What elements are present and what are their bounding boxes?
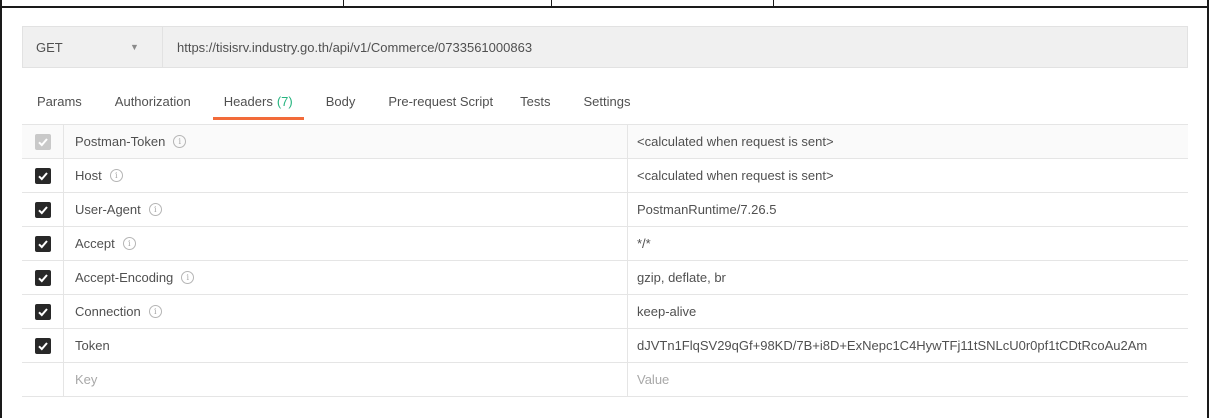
tab-label: Headers <box>223 93 273 109</box>
header-key[interactable]: Host i <box>64 159 628 192</box>
checkbox-cell <box>22 329 64 362</box>
tab-pre-request-script[interactable]: Pre-request Script <box>388 82 493 120</box>
header-value[interactable]: dJVTn1FlqSV29qGf+98KD/7B+i8D+ExNepc1C4Hy… <box>628 329 1188 362</box>
tab-label: Body <box>325 93 356 109</box>
checkmark-icon <box>37 273 48 282</box>
info-icon[interactable]: i <box>148 203 162 216</box>
header-value-text: gzip, deflate, br <box>637 270 726 285</box>
frame-divider <box>773 0 774 8</box>
info-icon[interactable]: i <box>109 169 123 182</box>
outer-frame-left <box>0 0 2 418</box>
frame-divider <box>551 0 552 8</box>
info-icon[interactable]: i <box>173 135 187 148</box>
tab-label: Authorization <box>114 93 191 109</box>
checkmark-icon <box>37 341 48 350</box>
request-bar: GET ▼ https://tisisrv.industry.go.th/api… <box>22 26 1188 68</box>
checkbox[interactable] <box>34 303 51 320</box>
header-value[interactable]: gzip, deflate, br <box>628 261 1188 294</box>
header-value[interactable]: */* <box>628 227 1188 260</box>
checkbox[interactable] <box>34 337 51 354</box>
header-key[interactable]: Token <box>64 329 628 362</box>
header-value-text: <calculated when request is sent> <box>637 168 834 183</box>
header-value-text: dJVTn1FlqSV29qGf+98KD/7B+i8D+ExNepc1C4Hy… <box>637 338 1148 353</box>
frame-divider <box>343 0 344 8</box>
header-value[interactable]: keep-alive <box>628 295 1188 328</box>
checkbox-cell <box>22 193 64 226</box>
info-icon[interactable]: i <box>181 271 195 284</box>
checkbox-cell <box>22 159 64 192</box>
table-row: Connection i keep-alive <box>22 295 1188 329</box>
tab-count-badge: (7) <box>276 93 293 109</box>
header-key-text: Accept-Encoding <box>75 270 174 285</box>
table-row: Token dJVTn1FlqSV29qGf+98KD/7B+i8D+ExNep… <box>22 329 1188 363</box>
table-row: Host i <calculated when request is sent> <box>22 159 1188 193</box>
header-key-text: Postman-Token <box>75 134 166 149</box>
header-key-text: Connection <box>75 304 141 319</box>
header-key-text: Host <box>75 168 102 183</box>
header-value-text: keep-alive <box>637 304 697 319</box>
headers-table: Postman-Token i <calculated when request… <box>22 124 1188 397</box>
checkmark-icon <box>37 239 48 248</box>
checkbox-cell <box>22 227 64 260</box>
caret-down-icon: ▼ <box>130 42 139 52</box>
tab-headers[interactable]: Headers (7) <box>212 82 304 120</box>
header-value[interactable]: PostmanRuntime/7.26.5 <box>628 193 1188 226</box>
checkmark-icon <box>37 307 48 316</box>
tab-body[interactable]: Body <box>326 82 356 120</box>
tab-authorization[interactable]: Authorization <box>115 82 191 120</box>
info-icon[interactable]: i <box>148 305 162 318</box>
checkbox[interactable] <box>34 201 51 218</box>
tab-label: Settings <box>583 93 631 109</box>
value-input[interactable]: Value <box>628 363 1188 396</box>
header-value-text: PostmanRuntime/7.26.5 <box>637 202 777 217</box>
key-placeholder: Key <box>75 372 98 387</box>
checkbox-cell <box>22 125 64 158</box>
checkbox[interactable] <box>34 269 51 286</box>
header-key[interactable]: Postman-Token i <box>64 125 628 158</box>
header-value[interactable]: <calculated when request is sent> <box>628 159 1188 192</box>
tab-params[interactable]: Params <box>37 82 82 120</box>
request-tabs: Params Authorization Headers (7) Body Pr… <box>22 82 1188 120</box>
table-row: Accept i */* <box>22 227 1188 261</box>
info-icon[interactable]: i <box>122 237 136 250</box>
header-key-text: User-Agent <box>75 202 141 217</box>
new-header-row: Key Value <box>22 363 1188 397</box>
checkmark-icon <box>37 137 48 146</box>
tab-label: Tests <box>520 93 551 109</box>
header-key[interactable]: Connection i <box>64 295 628 328</box>
header-value-text: */* <box>637 236 651 251</box>
header-key[interactable]: User-Agent i <box>64 193 628 226</box>
checkbox[interactable] <box>34 133 51 150</box>
header-key[interactable]: Accept i <box>64 227 628 260</box>
header-key-text: Accept <box>75 236 115 251</box>
header-key-text: Token <box>75 338 110 353</box>
table-row: Postman-Token i <calculated when request… <box>22 125 1188 159</box>
checkbox-cell <box>22 261 64 294</box>
header-key[interactable]: Accept-Encoding i <box>64 261 628 294</box>
header-value[interactable]: <calculated when request is sent> <box>628 125 1188 158</box>
header-value-text: <calculated when request is sent> <box>637 134 834 149</box>
method-select[interactable]: GET ▼ <box>23 26 163 68</box>
table-row: Accept-Encoding i gzip, deflate, br <box>22 261 1188 295</box>
checkbox[interactable] <box>34 235 51 252</box>
checkbox-cell <box>22 295 64 328</box>
checkbox-cell <box>22 363 64 396</box>
tab-settings[interactable]: Settings <box>583 82 630 120</box>
outer-frame-top <box>0 0 1209 8</box>
request-panel: GET ▼ https://tisisrv.industry.go.th/api… <box>22 26 1188 418</box>
checkbox[interactable] <box>34 167 51 184</box>
value-placeholder: Value <box>637 372 670 387</box>
checkmark-icon <box>37 205 48 214</box>
tab-label: Pre-request Script <box>388 93 494 109</box>
method-label: GET <box>36 39 63 55</box>
table-row: User-Agent i PostmanRuntime/7.26.5 <box>22 193 1188 227</box>
key-input[interactable]: Key <box>64 363 628 396</box>
tab-tests[interactable]: Tests <box>520 82 550 120</box>
tab-label: Params <box>37 93 82 109</box>
url-input[interactable]: https://tisisrv.industry.go.th/api/v1/Co… <box>163 40 532 55</box>
checkmark-icon <box>37 171 48 180</box>
